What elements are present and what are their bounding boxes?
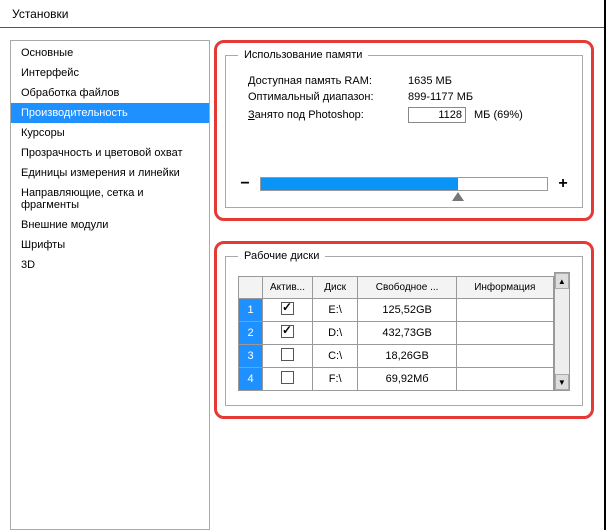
memory-slider-thumb[interactable] <box>452 192 464 201</box>
disks-header-row: Актив... Диск Свободное ... Информация <box>239 277 554 299</box>
row-index: 2 <box>239 322 263 345</box>
preferences-window: Установки Основные Интерфейс Обработка ф… <box>0 0 606 530</box>
disks-group: Рабочие диски Актив... Диск Свободное ..… <box>225 250 583 406</box>
content-area: Основные Интерфейс Обработка файлов Прои… <box>0 28 604 530</box>
used-ram-label: Занято под Photoshop: <box>238 109 398 121</box>
disks-scrollbar[interactable]: ▲ ▼ <box>554 272 570 391</box>
table-row[interactable]: 1 E:\ 125,52GB <box>239 299 554 322</box>
title-bar: Установки <box>0 0 604 28</box>
active-checkbox[interactable] <box>281 348 294 361</box>
disk-free: 18,26GB <box>358 345 457 368</box>
memory-legend: Использование памяти <box>238 49 368 61</box>
memory-slider-fill <box>261 178 458 190</box>
highlight-disks: Рабочие диски Актив... Диск Свободное ..… <box>214 241 594 419</box>
sidebar-item-general[interactable]: Основные <box>11 43 209 63</box>
scroll-up-icon[interactable]: ▲ <box>555 273 569 289</box>
table-row[interactable]: 2 D:\ 432,73GB <box>239 322 554 345</box>
sidebar-item-plugins[interactable]: Внешние модули <box>11 215 209 235</box>
scroll-down-icon[interactable]: ▼ <box>555 374 569 390</box>
disks-legend: Рабочие диски <box>238 250 325 262</box>
disk-name: E:\ <box>313 299 358 322</box>
active-checkbox[interactable] <box>281 302 294 315</box>
sidebar-item-interface[interactable]: Интерфейс <box>11 63 209 83</box>
memory-slider[interactable] <box>260 177 548 191</box>
memory-group: Использование памяти Доступная память RA… <box>225 49 583 208</box>
main-panel: Использование памяти Доступная память RA… <box>214 40 594 518</box>
active-checkbox[interactable] <box>281 325 294 338</box>
disk-name: D:\ <box>313 322 358 345</box>
sidebar-item-units[interactable]: Единицы измерения и линейки <box>11 163 209 183</box>
row-index: 4 <box>239 368 263 391</box>
disk-free: 125,52GB <box>358 299 457 322</box>
window-title: Установки <box>12 7 68 21</box>
available-ram-label: Доступная память RAM: <box>238 75 398 87</box>
sidebar-item-guides[interactable]: Направляющие, сетка и фрагменты <box>11 183 209 215</box>
active-checkbox[interactable] <box>281 371 294 384</box>
memory-minus-button[interactable]: − <box>238 175 252 193</box>
col-info[interactable]: Информация <box>456 277 553 299</box>
table-row[interactable]: 3 C:\ 18,26GB <box>239 345 554 368</box>
col-active[interactable]: Актив... <box>263 277 313 299</box>
disk-info <box>456 299 553 322</box>
available-ram-value: 1635 МБ <box>408 75 570 87</box>
disk-info <box>456 345 553 368</box>
highlight-memory: Использование памяти Доступная память RA… <box>214 40 594 221</box>
disk-free: 69,92Мб <box>358 368 457 391</box>
disk-info <box>456 322 553 345</box>
col-free[interactable]: Свободное ... <box>358 277 457 299</box>
row-index: 1 <box>239 299 263 322</box>
disk-name: F:\ <box>313 368 358 391</box>
col-disk[interactable]: Диск <box>313 277 358 299</box>
disk-name: C:\ <box>313 345 358 368</box>
memory-slider-row: − + <box>238 175 570 193</box>
table-row[interactable]: 4 F:\ 69,92Мб <box>239 368 554 391</box>
sidebar-item-transparency[interactable]: Прозрачность и цветовой охват <box>11 143 209 163</box>
optimal-range-label: Оптимальный диапазон: <box>238 91 398 103</box>
disks-table: Актив... Диск Свободное ... Информация 1 <box>238 276 554 391</box>
disk-info <box>456 368 553 391</box>
row-index: 3 <box>239 345 263 368</box>
sidebar-item-cursors[interactable]: Курсоры <box>11 123 209 143</box>
disk-free: 432,73GB <box>358 322 457 345</box>
memory-plus-button[interactable]: + <box>556 175 570 193</box>
category-sidebar: Основные Интерфейс Обработка файлов Прои… <box>10 40 210 530</box>
sidebar-item-type[interactable]: Шрифты <box>11 235 209 255</box>
used-ram-unit: МБ (69%) <box>474 109 523 121</box>
sidebar-item-performance[interactable]: Производительность <box>11 103 209 123</box>
sidebar-item-file-handling[interactable]: Обработка файлов <box>11 83 209 103</box>
sidebar-item-3d[interactable]: 3D <box>11 255 209 275</box>
col-blank[interactable] <box>239 277 263 299</box>
optimal-range-value: 899-1177 МБ <box>408 91 570 103</box>
used-ram-input[interactable] <box>408 107 466 123</box>
